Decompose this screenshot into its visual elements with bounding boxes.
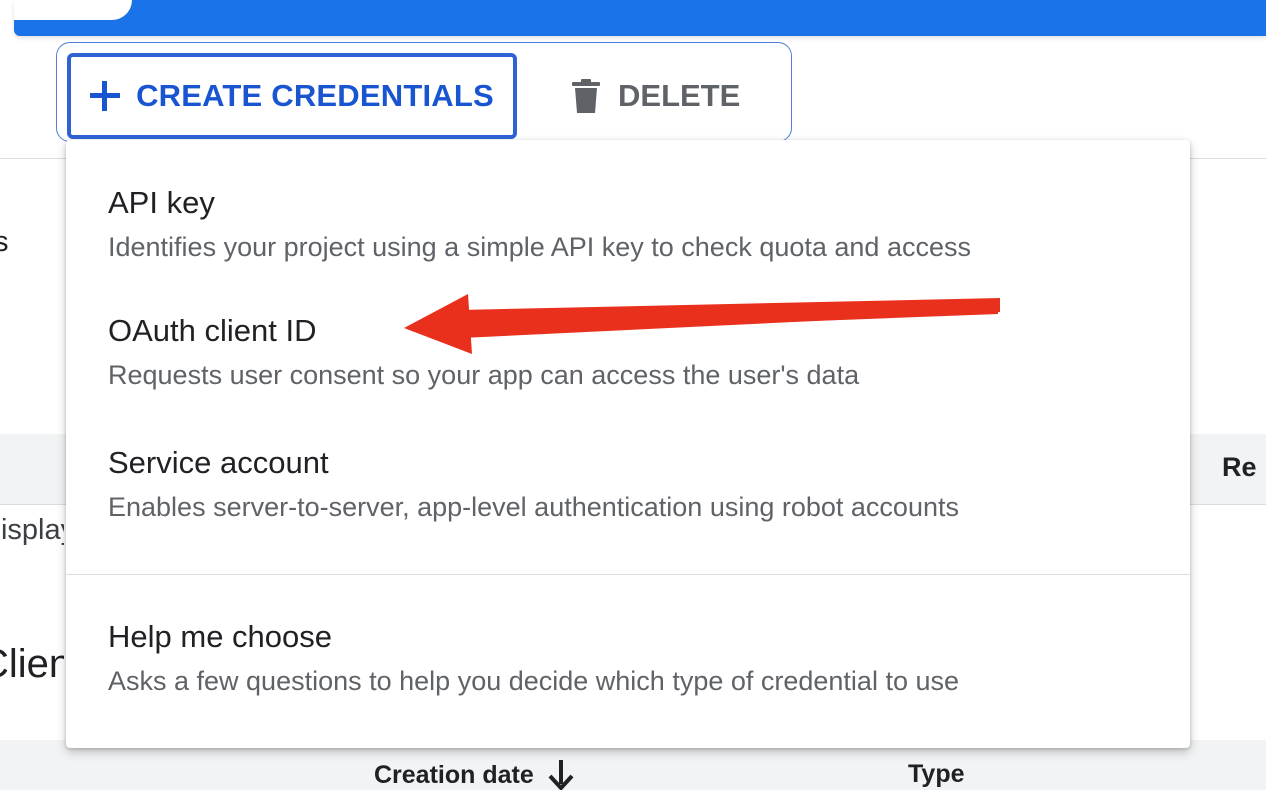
- menu-item-description: Enables server-to-server, app-level auth…: [108, 492, 959, 522]
- section-heading-fragment: Client: [0, 642, 64, 686]
- plus-icon: [90, 81, 121, 111]
- arrow-down-icon: [548, 760, 574, 790]
- menu-item-help-me-choose[interactable]: Help me choose Asks a few questions to h…: [66, 618, 1190, 698]
- background-text-fragment-2: Display name: [0, 514, 64, 546]
- column-header-creation-date[interactable]: Creation date: [374, 760, 574, 790]
- column-header-fragment: Re: [1222, 452, 1257, 482]
- menu-item-service-account[interactable]: Service account Enables server-to-server…: [66, 444, 1190, 524]
- red-arrow-annotation: [404, 294, 1000, 354]
- column-header-label: Creation date: [374, 760, 534, 789]
- menu-item-title: Help me choose: [108, 619, 333, 654]
- menu-item-description: Identifies your project using a simple A…: [108, 232, 971, 262]
- create-credentials-label: CREATE CREDENTIALS: [136, 78, 494, 113]
- create-credentials-button[interactable]: CREATE CREDENTIALS: [67, 53, 517, 139]
- menu-item-description: Asks a few questions to help you decide …: [108, 666, 960, 696]
- menu-item-title: API key: [108, 185, 215, 220]
- top-app-bar: [14, 0, 1266, 36]
- menu-item-api-key[interactable]: API key Identifies your project using a …: [66, 184, 1190, 264]
- menu-divider: [66, 574, 1190, 575]
- delete-button[interactable]: DELETE: [572, 68, 740, 124]
- trash-icon: [572, 79, 600, 113]
- background-text-fragment: to access: [0, 226, 9, 258]
- delete-label: DELETE: [618, 78, 741, 113]
- menu-item-title: Service account: [108, 445, 329, 480]
- column-header-type[interactable]: Type: [908, 760, 965, 789]
- menu-item-description: Requests user consent so your app can ac…: [108, 360, 860, 390]
- create-credentials-menu: API key Identifies your project using a …: [66, 140, 1190, 748]
